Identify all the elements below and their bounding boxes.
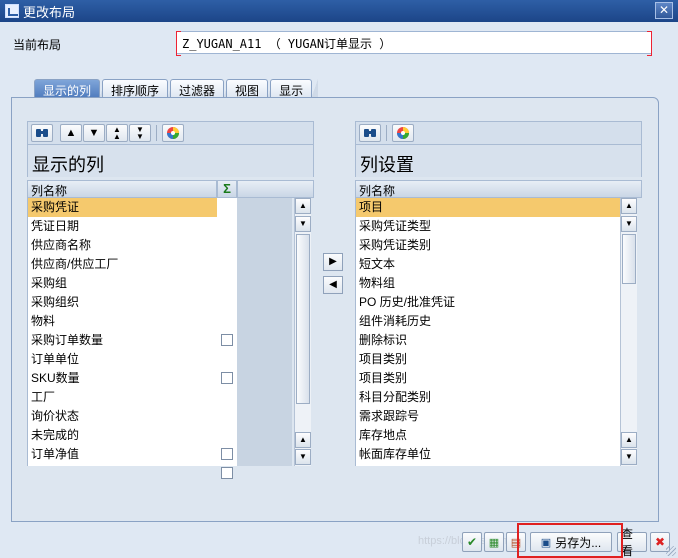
right-list-item[interactable]: 物料组 [356, 274, 620, 293]
scroll-thumb[interactable] [296, 234, 310, 404]
left-list-item[interactable]: 采购组 [28, 274, 217, 293]
close-button[interactable]: ✕ [655, 2, 673, 19]
left-list-item[interactable]: 采购凭证 [28, 198, 217, 217]
sum-checkbox-column [217, 198, 237, 479]
layout-icon [5, 4, 19, 18]
right-list-item[interactable]: 需求跟踪号 [356, 407, 620, 426]
right-list-item[interactable]: 采购凭证类型 [356, 217, 620, 236]
current-layout-field[interactable]: Z_YUGAN_A11 （ YUGAN订单显示 ） [176, 31, 652, 56]
left-list-item[interactable]: SKU数量 [28, 369, 217, 388]
tab-view[interactable]: 视图 [226, 79, 275, 99]
scroll-down-icon[interactable]: ▼ [621, 449, 637, 465]
left-list-item[interactable]: 询价状态 [28, 407, 217, 426]
right-list-item[interactable]: 库存地点 [356, 426, 620, 445]
left-list-item[interactable]: 供应商名称 [28, 236, 217, 255]
confirm-button[interactable]: ✔ [462, 532, 482, 552]
move-bottom-icon[interactable]: ▼ ▼ [129, 124, 151, 142]
resize-grip[interactable] [666, 546, 676, 556]
right-list-item[interactable]: 采购凭证类别 [356, 236, 620, 255]
left-list-item[interactable]: 物料 [28, 312, 217, 331]
left-scrollbar[interactable]: ▲ ▼ ▲ ▼ [294, 198, 311, 466]
sum-checkbox[interactable] [221, 334, 233, 346]
search-label: 查看 [621, 527, 634, 558]
move-top-icon[interactable]: ▲ ▲ [106, 124, 128, 142]
cancel-icon: ✖ [654, 535, 666, 549]
scroll-down-icon[interactable]: ▼ [295, 449, 311, 465]
find-icon[interactable] [359, 124, 381, 142]
tab-sort-order[interactable]: 排序顺序 [102, 79, 175, 99]
current-layout-label: 当前布局 [13, 38, 62, 52]
left-empty-area [237, 198, 292, 466]
right-list-item[interactable]: 价约 [356, 464, 620, 466]
find-icon[interactable] [31, 124, 53, 142]
left-list-item[interactable]: 订下方价(料用) [28, 464, 217, 466]
right-list-item[interactable]: 项目类别 [356, 369, 620, 388]
scroll-up-icon[interactable]: ▲ [295, 198, 311, 214]
tab-strip: 显示的列 排序顺序 过滤器 视图 显示 [34, 79, 319, 99]
toolbar-separator [386, 125, 387, 141]
right-column-list[interactable]: 项目 采购凭证类型 采购凭证类别 短文本 物料组 PO 历史/批准凭证 组件消耗历史 删除标识… [355, 198, 620, 466]
left-column-list[interactable]: 采购凭证 凭证日期 供应商名称 供应商/供应工厂 采购组 采购组织 物料 采购订单数量 订单单位… [27, 198, 217, 466]
move-down-icon[interactable]: ▼ [83, 124, 105, 142]
toolbar-separator [156, 125, 157, 141]
left-toolbar: ▲ ▼ ▲ ▲ ▼ ▼ [27, 121, 314, 145]
right-list-item[interactable]: 删除标识 [356, 331, 620, 350]
apply-button[interactable]: ▦ [484, 532, 504, 552]
right-list-item[interactable]: 项目 [356, 198, 620, 217]
scroll-down-icon[interactable]: ▼ [295, 216, 311, 232]
tab-display[interactable]: 显示 [270, 79, 319, 99]
window-title: 更改布局 [23, 4, 76, 20]
right-list-item[interactable]: 项目类别 [356, 350, 620, 369]
left-list-item[interactable]: 供应商/供应工厂 [28, 255, 217, 274]
right-pane-title: 列设置 [355, 145, 642, 177]
color-wheel-icon[interactable] [162, 124, 184, 142]
right-list-item[interactable]: 短文本 [356, 255, 620, 274]
left-list-item[interactable]: 采购订单数量 [28, 331, 217, 350]
left-list-item[interactable]: 凭证日期 [28, 217, 217, 236]
sum-icon: Σ [217, 180, 237, 198]
right-list-item[interactable]: 科目分配类别 [356, 388, 620, 407]
scroll-thumb[interactable] [622, 234, 636, 284]
left-list-item[interactable]: 订单单位 [28, 350, 217, 369]
highlight-box [517, 523, 623, 558]
left-list-item[interactable]: 采购组织 [28, 293, 217, 312]
sum-checkbox[interactable] [221, 448, 233, 460]
right-list-item[interactable]: PO 历史/批准凭证 [356, 293, 620, 312]
right-list-item[interactable]: 帐面库存单位 [356, 445, 620, 464]
left-list-item[interactable]: 工厂 [28, 388, 217, 407]
move-left-icon[interactable]: ◀ [323, 276, 343, 294]
left-list-item[interactable]: 订单净值 [28, 445, 217, 464]
left-list-item[interactable]: 未完成的 [28, 426, 217, 445]
right-list-item[interactable]: 组件消耗历史 [356, 312, 620, 331]
right-column-header[interactable]: 列名称 [355, 180, 642, 198]
tab-displayed-columns[interactable]: 显示的列 [34, 79, 107, 99]
left-column-header[interactable]: 列名称 [27, 180, 217, 198]
color-wheel-icon[interactable] [392, 124, 414, 142]
scroll-up-icon[interactable]: ▲ [295, 432, 311, 448]
move-up-icon[interactable]: ▲ [60, 124, 82, 142]
left-header-filler [237, 180, 314, 198]
checkmark-icon: ✔ [466, 535, 478, 549]
scroll-up-icon[interactable]: ▲ [621, 198, 637, 214]
title-bar: 更改布局 ✕ [0, 0, 678, 22]
sum-checkbox[interactable] [221, 372, 233, 384]
scroll-down-icon[interactable]: ▼ [621, 216, 637, 232]
left-pane-title: 显示的列 [27, 145, 314, 177]
grid-icon: ▦ [488, 536, 500, 549]
scroll-up-icon[interactable]: ▲ [621, 432, 637, 448]
right-scrollbar[interactable]: ▲ ▼ ▲ ▼ [620, 198, 637, 466]
move-right-icon[interactable]: ▶ [323, 253, 343, 271]
right-toolbar [355, 121, 642, 145]
tab-filter[interactable]: 过滤器 [170, 79, 231, 99]
sum-checkbox[interactable] [221, 467, 233, 479]
